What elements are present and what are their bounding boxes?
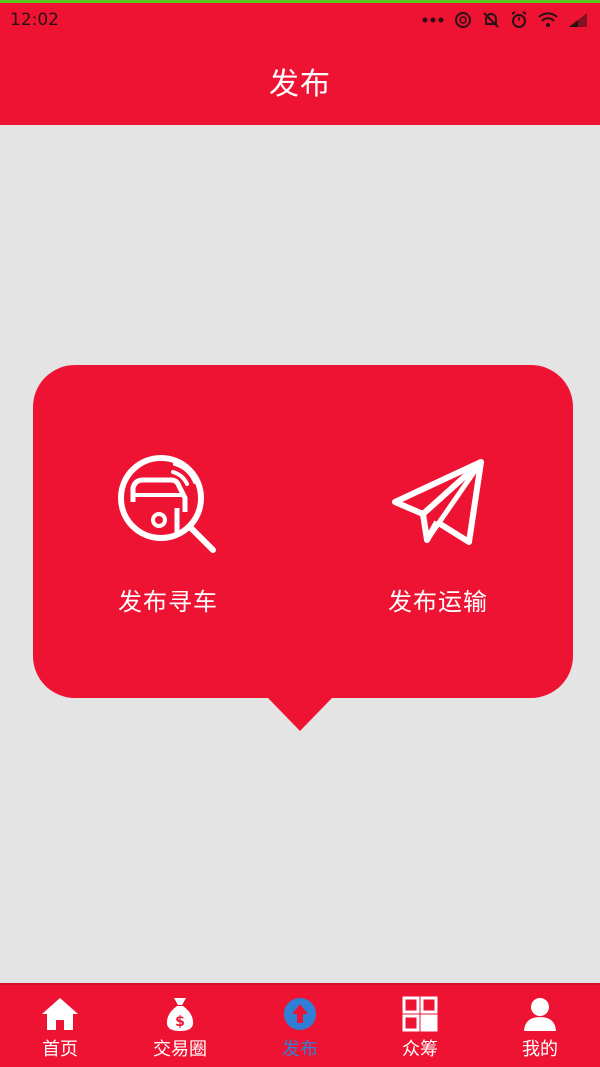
tab-home[interactable]: 首页 — [0, 985, 120, 1067]
publish-transport-option[interactable]: 发布运输 — [303, 365, 573, 698]
alarm-icon — [511, 10, 527, 28]
tab-publish[interactable]: 发布 — [240, 985, 360, 1067]
user-icon — [520, 995, 560, 1033]
bottom-tab-bar: 首页 $ 交易圈 发布 众筹 我的 — [0, 983, 600, 1067]
status-icons — [422, 10, 588, 29]
wifi-icon — [538, 11, 558, 27]
svg-text:$: $ — [175, 1014, 185, 1030]
paper-plane-icon — [383, 450, 493, 560]
tab-publish-label: 发布 — [282, 1039, 318, 1060]
notifications-off-icon — [483, 11, 499, 28]
tab-home-label: 首页 — [42, 1039, 78, 1060]
grid-icon — [400, 995, 440, 1033]
publish-car-search-label: 发布寻车 — [118, 588, 218, 616]
tab-mine-label: 我的 — [522, 1039, 558, 1060]
popup-arrow — [268, 698, 332, 731]
money-bag-icon: $ — [160, 995, 200, 1033]
publish-popup: 发布寻车 发布运输 — [33, 365, 573, 698]
publish-car-search-option[interactable]: 发布寻车 — [33, 365, 303, 698]
signal-icon — [569, 12, 587, 27]
status-time: 12:02 — [10, 9, 59, 30]
tab-mine[interactable]: 我的 — [480, 985, 600, 1067]
car-search-icon — [113, 450, 223, 560]
tab-trade-circle[interactable]: $ 交易圈 — [120, 985, 240, 1067]
more-dots-icon — [422, 17, 444, 22]
upload-circle-icon — [280, 995, 320, 1033]
home-icon — [40, 995, 80, 1033]
status-bar: 12:02 — [0, 0, 600, 36]
tab-crowdfunding-label: 众筹 — [402, 1039, 438, 1060]
page-title: 发布 — [269, 66, 331, 102]
app-header: 发布 — [0, 36, 600, 125]
publish-transport-label: 发布运输 — [388, 588, 488, 616]
tab-crowdfunding[interactable]: 众筹 — [360, 985, 480, 1067]
tab-trade-circle-label: 交易圈 — [153, 1039, 207, 1060]
sync-icon — [455, 11, 471, 28]
